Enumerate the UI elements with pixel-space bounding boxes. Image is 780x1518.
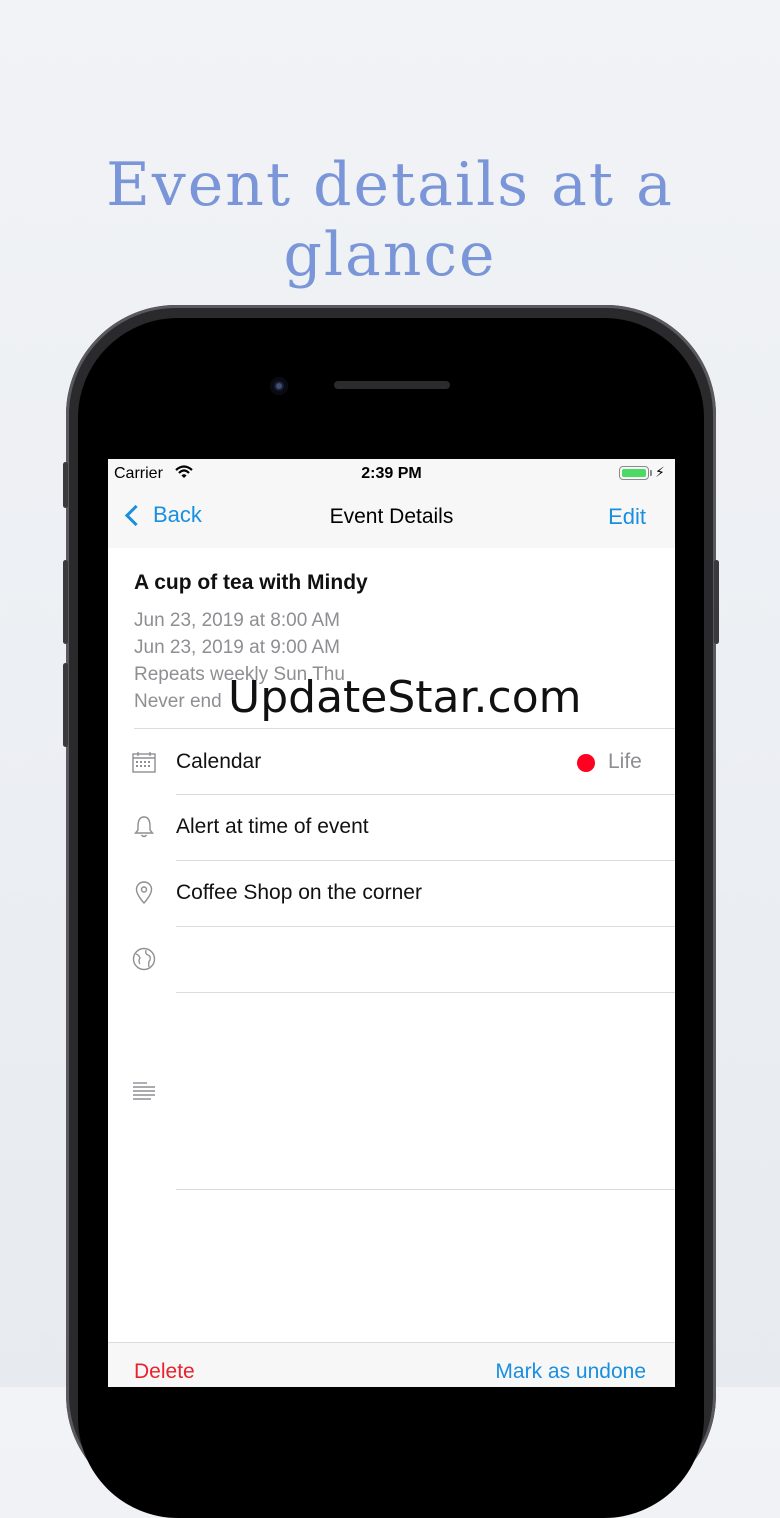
alert-label: Alert at time of event (176, 815, 369, 838)
watermark: UpdateStar.com (228, 672, 582, 723)
battery-tip (650, 470, 652, 476)
front-camera (270, 377, 288, 395)
event-ends: Never end (134, 691, 222, 712)
edit-button[interactable]: Edit (608, 504, 646, 530)
location-pin-icon (135, 881, 153, 910)
divider (176, 860, 675, 861)
volume-up-button (63, 560, 68, 644)
divider (176, 1189, 675, 1190)
mute-switch (63, 462, 68, 508)
bottom-toolbar: Delete Mark as undone (108, 1342, 675, 1387)
event-start: Jun 23, 2019 at 8:00 AM (134, 610, 340, 631)
globe-icon (132, 947, 156, 976)
calendar-label: Calendar (176, 750, 262, 773)
volume-down-button (63, 663, 68, 747)
calendar-icon (132, 751, 156, 778)
bell-icon (134, 815, 154, 844)
headline: Event details at a glance (106, 150, 674, 290)
status-bar: Carrier 2:39 PM ⚡ (108, 459, 675, 489)
divider (134, 728, 675, 729)
location-label: Coffee Shop on the corner (176, 881, 422, 904)
event-end: Jun 23, 2019 at 9:00 AM (134, 637, 340, 658)
nav-title: Event Details (329, 505, 454, 528)
delete-button[interactable]: Delete (134, 1360, 195, 1384)
charging-icon: ⚡ (655, 464, 665, 480)
earpiece-speaker (334, 381, 450, 389)
mark-undone-button[interactable]: Mark as undone (495, 1360, 646, 1384)
navigation-bar: Back Event Details Edit (108, 489, 675, 548)
event-title: A cup of tea with Mindy (134, 571, 368, 594)
divider (176, 926, 675, 927)
calendar-value: Life (608, 750, 642, 773)
divider (176, 794, 675, 795)
phone-screen: Carrier 2:39 PM ⚡ Back Event Details Edi… (108, 459, 675, 1387)
power-button (714, 560, 719, 644)
notes-icon (133, 1081, 157, 1106)
battery-icon (619, 466, 649, 480)
divider (176, 992, 675, 993)
status-time: 2:39 PM (361, 465, 422, 482)
calendar-color-dot (577, 754, 595, 772)
